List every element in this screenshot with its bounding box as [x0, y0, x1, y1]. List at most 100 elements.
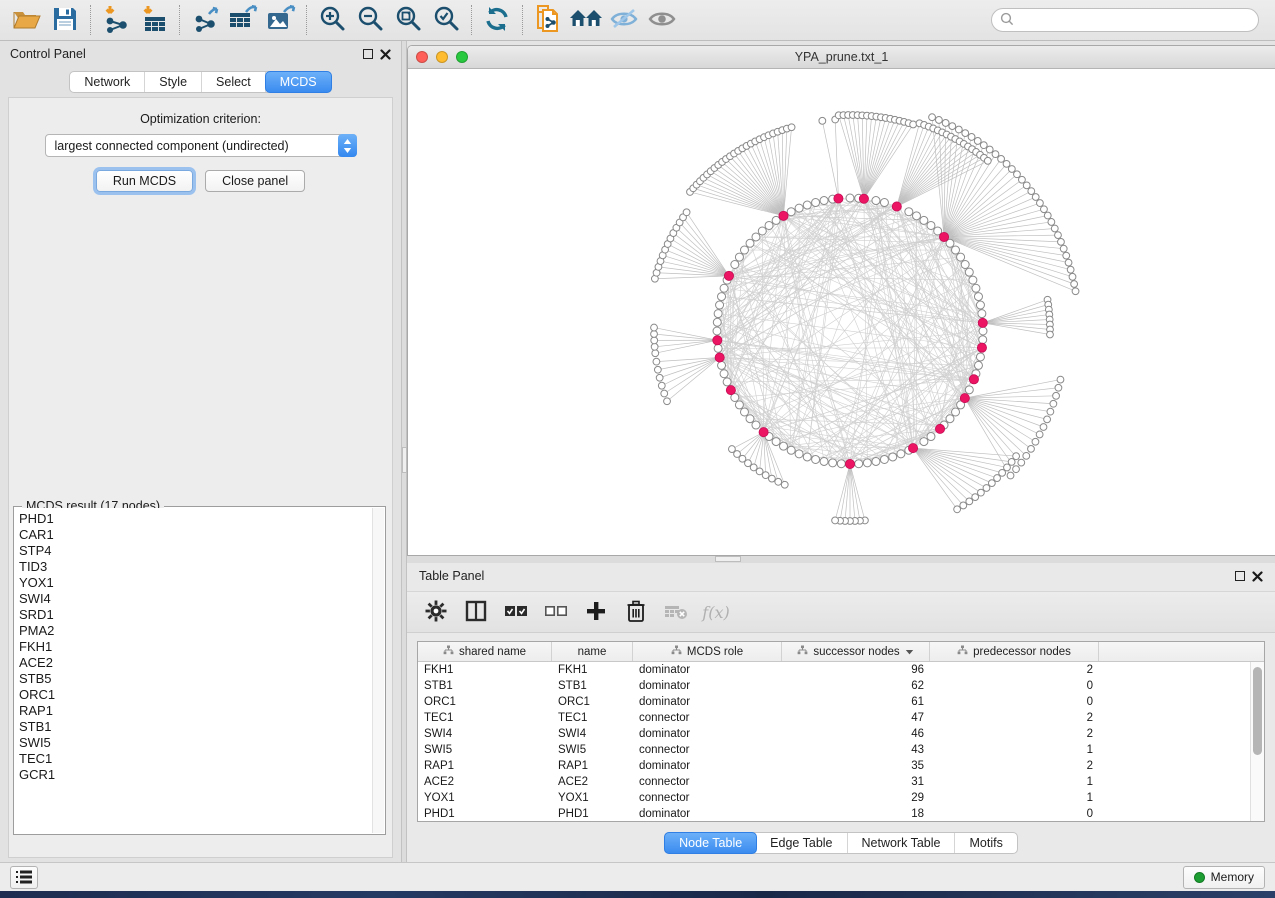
network-node[interactable]	[927, 221, 935, 229]
cell-predecessor-nodes[interactable]: 1	[930, 744, 1099, 756]
cell-successor-nodes[interactable]: 43	[782, 744, 930, 756]
network-node[interactable]	[716, 301, 724, 309]
network-node[interactable]	[872, 197, 880, 205]
cell-successor-nodes[interactable]: 62	[782, 680, 930, 692]
mcds-result-item[interactable]: GCR1	[19, 767, 372, 783]
network-node[interactable]	[905, 208, 913, 216]
dominator-node[interactable]	[978, 318, 987, 327]
close-panel-icon[interactable]	[380, 49, 391, 60]
network-node[interactable]	[714, 310, 722, 318]
save-session-button[interactable]	[46, 3, 84, 37]
network-node[interactable]	[780, 442, 788, 450]
cell-name[interactable]: RAP1	[552, 760, 633, 772]
table-row[interactable]: FKH1FKH1dominator962	[418, 662, 1250, 678]
search-box[interactable]	[991, 8, 1259, 32]
network-node[interactable]	[978, 310, 986, 318]
open-file-button[interactable]	[8, 3, 46, 37]
network-node[interactable]	[735, 401, 743, 409]
tab-node-table[interactable]: Node Table	[664, 832, 757, 854]
first-neighbors-button[interactable]	[567, 3, 605, 37]
network-node[interactable]	[979, 336, 987, 344]
network-node[interactable]	[720, 370, 728, 378]
tab-style[interactable]: Style	[145, 72, 202, 92]
network-node[interactable]	[803, 201, 811, 209]
table-row[interactable]: ACE2ACE2connector311	[418, 774, 1250, 790]
mcds-result-item[interactable]: TID3	[19, 559, 372, 575]
cell-successor-nodes[interactable]: 31	[782, 776, 930, 788]
task-history-button[interactable]	[10, 866, 38, 889]
network-node[interactable]	[787, 446, 795, 454]
column-header-MCDS-role[interactable]: MCDS role	[633, 642, 782, 661]
dominator-node[interactable]	[892, 202, 901, 211]
network-node[interactable]	[846, 194, 854, 202]
tab-mcds[interactable]: MCDS	[265, 71, 332, 93]
network-node[interactable]	[829, 459, 837, 467]
mcds-result-list[interactable]: PHD1CAR1STP4TID3YOX1SWI4SRD1PMA2FKH1ACE2…	[15, 508, 372, 833]
cell-predecessor-nodes[interactable]: 1	[930, 792, 1099, 804]
network-node[interactable]	[803, 453, 811, 461]
table-options-gear-button[interactable]	[423, 599, 449, 625]
network-node[interactable]	[897, 450, 905, 458]
network-node[interactable]	[752, 233, 760, 241]
network-node[interactable]	[920, 438, 928, 446]
import-network-button[interactable]	[97, 3, 135, 37]
network-node[interactable]	[820, 457, 828, 465]
cell-MCDS-role[interactable]: connector	[633, 744, 782, 756]
zoom-selected-button[interactable]	[427, 3, 465, 37]
network-node[interactable]	[969, 276, 977, 284]
add-column-button[interactable]	[583, 599, 609, 625]
network-graph[interactable]	[408, 69, 1275, 556]
cell-shared-name[interactable]: PHD1	[418, 808, 552, 820]
cell-shared-name[interactable]: SWI5	[418, 744, 552, 756]
network-node[interactable]	[812, 199, 820, 207]
column-header-predecessor-nodes[interactable]: predecessor nodes	[930, 642, 1099, 661]
table-row[interactable]: TEC1TEC1connector472	[418, 710, 1250, 726]
float-panel-icon[interactable]	[363, 49, 373, 59]
table-row[interactable]: STB1STB1dominator620	[418, 678, 1250, 694]
table-row[interactable]: ORC1ORC1dominator610	[418, 694, 1250, 710]
network-node[interactable]	[735, 253, 743, 261]
table-row[interactable]: PHD1PHD1dominator180	[418, 806, 1250, 821]
dominator-node[interactable]	[969, 375, 978, 384]
horizontal-splitter-handle[interactable]	[715, 556, 741, 562]
dominator-node[interactable]	[779, 211, 788, 220]
mcds-result-item[interactable]: YOX1	[19, 575, 372, 591]
network-node[interactable]	[976, 353, 984, 361]
network-node[interactable]	[880, 455, 888, 463]
mcds-result-item[interactable]: STB5	[19, 671, 372, 687]
dominator-node[interactable]	[726, 386, 735, 395]
dominator-node[interactable]	[715, 353, 724, 362]
network-node[interactable]	[713, 318, 721, 326]
network-node[interactable]	[837, 460, 845, 468]
tab-network-table[interactable]: Network Table	[848, 833, 956, 853]
network-node[interactable]	[765, 221, 773, 229]
cell-name[interactable]: YOX1	[552, 792, 633, 804]
cell-MCDS-role[interactable]: dominator	[633, 760, 782, 772]
zoom-in-button[interactable]	[313, 3, 351, 37]
dominator-node[interactable]	[834, 194, 843, 203]
table-scrollbar[interactable]	[1250, 662, 1264, 821]
close-table-panel-icon[interactable]	[1252, 571, 1263, 582]
table-row[interactable]: YOX1YOX1connector291	[418, 790, 1250, 806]
close-panel-button[interactable]: Close panel	[205, 170, 305, 192]
mcds-result-item[interactable]: RAP1	[19, 703, 372, 719]
network-node[interactable]	[974, 361, 982, 369]
cell-shared-name[interactable]: FKH1	[418, 664, 552, 676]
network-node[interactable]	[746, 239, 754, 247]
mcds-result-item[interactable]: SRD1	[19, 607, 372, 623]
search-input[interactable]	[1019, 13, 1250, 27]
dominator-node[interactable]	[908, 444, 917, 453]
deselect-all-button[interactable]	[543, 599, 569, 625]
cell-MCDS-role[interactable]: dominator	[633, 696, 782, 708]
cell-MCDS-role[interactable]: dominator	[633, 728, 782, 740]
network-node[interactable]	[920, 216, 928, 224]
cell-MCDS-role[interactable]: dominator	[633, 664, 782, 676]
cell-shared-name[interactable]: RAP1	[418, 760, 552, 772]
cell-predecessor-nodes[interactable]: 0	[930, 680, 1099, 692]
mcds-result-item[interactable]: TEC1	[19, 751, 372, 767]
cell-name[interactable]: ORC1	[552, 696, 633, 708]
cell-predecessor-nodes[interactable]: 2	[930, 712, 1099, 724]
table-scrollbar-thumb[interactable]	[1253, 667, 1262, 755]
cell-name[interactable]: STB1	[552, 680, 633, 692]
mcds-result-item[interactable]: ORC1	[19, 687, 372, 703]
